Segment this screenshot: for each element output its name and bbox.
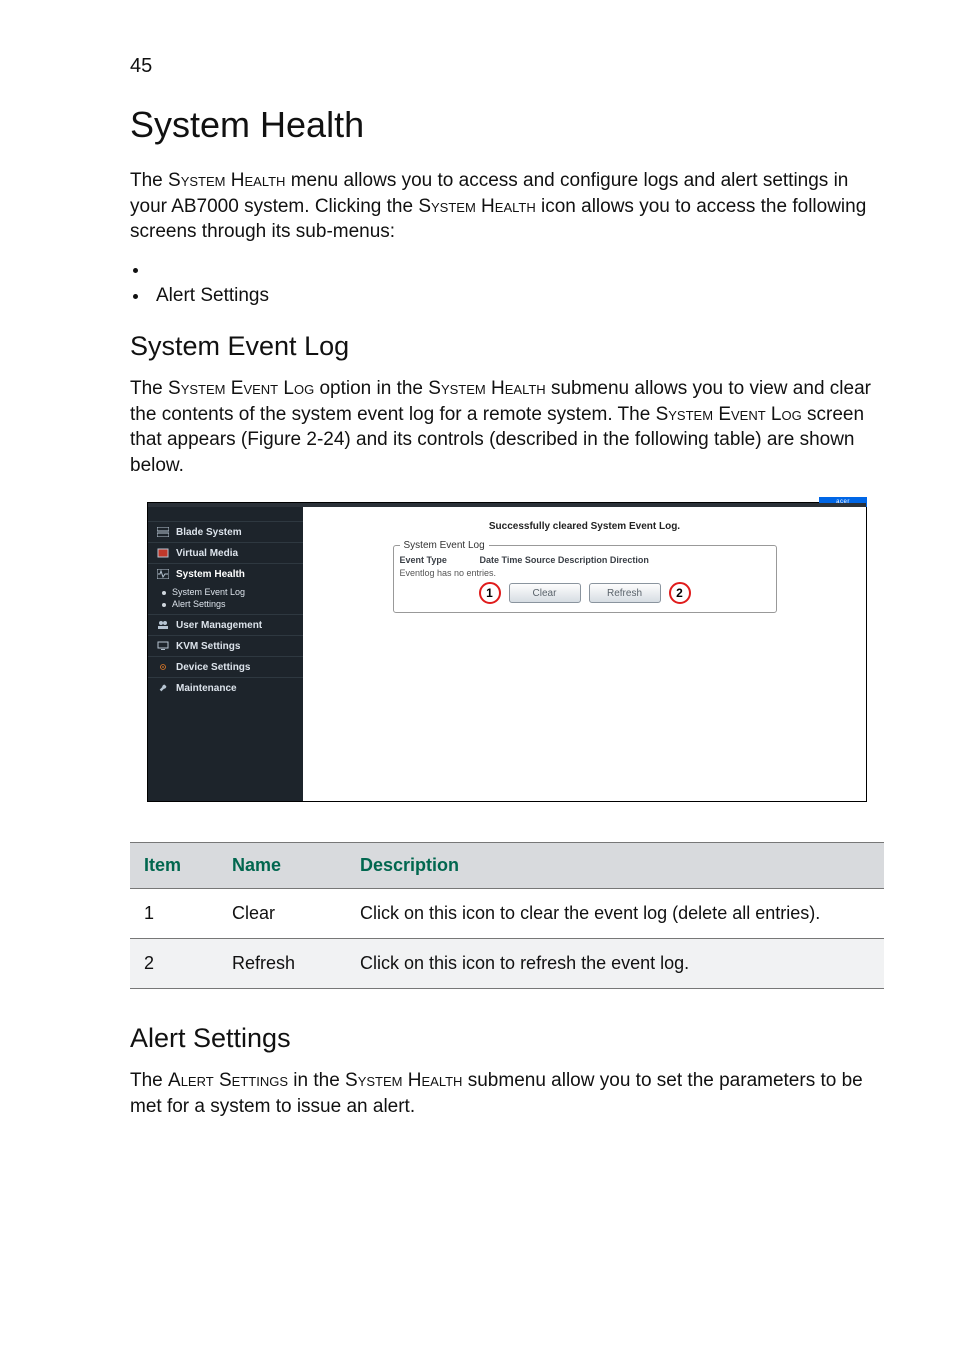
callout-marker-2: 2 — [669, 582, 691, 604]
sidebar-item-device-settings[interactable]: Device Settings — [148, 656, 303, 677]
bullet-item: Alert Settings — [150, 285, 884, 307]
text-smallcaps: System Health — [345, 1070, 462, 1091]
section-heading-system-event-log: System Event Log — [130, 331, 884, 362]
text-smallcaps: System Health — [168, 170, 285, 191]
users-icon — [156, 619, 170, 631]
text-span: in the — [288, 1070, 345, 1091]
section-heading-alert-settings: Alert Settings — [130, 1023, 884, 1054]
bullet-list: Alert Settings — [130, 259, 884, 307]
bullet-item — [150, 259, 884, 281]
cell-item: 2 — [130, 939, 218, 989]
text-smallcaps: Alert Settings — [168, 1070, 288, 1091]
panel-legend: System Event Log — [400, 540, 489, 551]
page-title: System Health — [130, 104, 884, 146]
event-log-empty: Eventlog has no entries. — [400, 565, 770, 582]
table-row: 1 Clear Click on this icon to clear the … — [130, 889, 884, 939]
monitor-icon — [156, 640, 170, 652]
sidebar-item-label: Maintenance — [176, 683, 237, 694]
cell-name: Clear — [218, 889, 346, 939]
sidebar-item-blade-system[interactable]: Blade System — [148, 521, 303, 542]
screenshot-content: Successfully cleared System Event Log. S… — [303, 507, 866, 801]
section2-paragraph: The Alert Settings in the System Health … — [130, 1068, 884, 1119]
event-log-columns: Event Type Date Time Source Description … — [400, 555, 770, 565]
sidebar-subitem-system-event-log[interactable]: System Event Log — [162, 586, 303, 598]
text-span: The — [130, 1070, 168, 1091]
sidebar-item-user-management[interactable]: User Management — [148, 614, 303, 635]
text-span: option in the — [314, 378, 428, 399]
sidebar-item-maintenance[interactable]: Maintenance — [148, 677, 303, 698]
wrench-icon — [156, 682, 170, 694]
text-span: The — [130, 378, 168, 399]
sidebar: Blade System Virtual Media System Health — [148, 507, 303, 801]
th-name: Name — [218, 843, 346, 889]
sidebar-subitem-alert-settings[interactable]: Alert Settings — [162, 598, 303, 610]
button-row: 1 Clear Refresh 2 — [400, 582, 770, 604]
sidebar-nav: Blade System Virtual Media System Health — [148, 507, 303, 698]
text-smallcaps: System Health — [418, 196, 535, 217]
heartbeat-icon — [156, 568, 170, 580]
controls-table: Item Name Description 1 Clear Click on t… — [130, 842, 884, 989]
cell-item: 1 — [130, 889, 218, 939]
intro-paragraph: The System Health menu allows you to acc… — [130, 168, 884, 245]
sidebar-item-label: User Management — [176, 620, 262, 631]
callout-marker-1: 1 — [479, 582, 501, 604]
screenshot-figure: acer Blade System Virtual Media — [147, 502, 867, 802]
text-smallcaps: System Event Log — [168, 378, 314, 399]
th-description: Description — [346, 843, 884, 889]
sidebar-item-label: Blade System — [176, 527, 242, 538]
sidebar-item-label: KVM Settings — [176, 641, 240, 652]
section1-paragraph: The System Event Log option in the Syste… — [130, 376, 884, 479]
clear-button[interactable]: Clear — [509, 583, 581, 603]
col-event-type: Event Type — [400, 555, 470, 565]
table-row: 2 Refresh Click on this icon to refresh … — [130, 939, 884, 989]
cell-desc: Click on this icon to clear the event lo… — [346, 889, 884, 939]
text-span: The — [130, 170, 168, 191]
disk-icon — [156, 547, 170, 559]
th-item: Item — [130, 843, 218, 889]
sidebar-item-label: System Health — [176, 569, 245, 580]
screenshot: acer Blade System Virtual Media — [147, 502, 867, 802]
sidebar-item-system-health[interactable]: System Health — [148, 563, 303, 584]
cell-name: Refresh — [218, 939, 346, 989]
page-number: 45 — [130, 55, 884, 78]
text-smallcaps: System Event Log — [656, 404, 802, 425]
status-message: Successfully cleared System Event Log. — [303, 507, 866, 540]
gear-icon — [156, 661, 170, 673]
system-event-log-panel: System Event Log Event Type Date Time So… — [393, 540, 777, 613]
sidebar-item-label: Virtual Media — [176, 548, 238, 559]
sidebar-sub: System Event Log Alert Settings — [148, 584, 303, 614]
col-rest: Date Time Source Description Direction — [480, 555, 649, 565]
blade-icon — [156, 526, 170, 538]
sidebar-item-virtual-media[interactable]: Virtual Media — [148, 542, 303, 563]
text-smallcaps: System Health — [428, 378, 545, 399]
sidebar-item-label: Device Settings — [176, 662, 250, 673]
cell-desc: Click on this icon to refresh the event … — [346, 939, 884, 989]
refresh-button[interactable]: Refresh — [589, 583, 661, 603]
sidebar-item-kvm-settings[interactable]: KVM Settings — [148, 635, 303, 656]
